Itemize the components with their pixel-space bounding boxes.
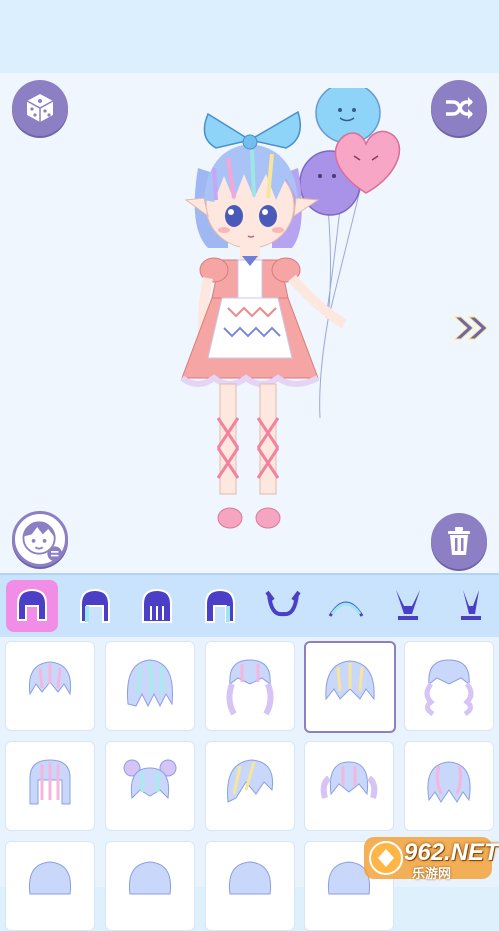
- tab-hair-front[interactable]: [6, 580, 58, 632]
- tab-hair-back[interactable]: [131, 580, 183, 632]
- hair-style-icon: [28, 861, 72, 895]
- hair-style-icon: [325, 660, 375, 701]
- double-chevron-right-icon[interactable]: [452, 313, 492, 343]
- hair-item-1[interactable]: [5, 641, 95, 731]
- shuffle-icon: [446, 97, 473, 119]
- hair-style-icon: [424, 659, 474, 717]
- tab-bunny-ears[interactable]: [382, 580, 434, 632]
- tab-hair-long[interactable]: [194, 580, 246, 632]
- hair-item-12[interactable]: [105, 841, 195, 931]
- watermark-subtext: 乐游网: [412, 866, 452, 881]
- watermark: 962.NET 乐游网: [362, 833, 499, 883]
- hair-style-icon: [128, 861, 172, 895]
- tab-bunny-ears-alt[interactable]: [445, 580, 497, 632]
- tab-headband[interactable]: [320, 580, 372, 632]
- headband-icon: [328, 601, 364, 617]
- shuffle-button[interactable]: [431, 80, 487, 136]
- random-dice-button[interactable]: [12, 80, 68, 136]
- hair-item-9[interactable]: [304, 741, 394, 831]
- hair-item-5[interactable]: [404, 641, 494, 731]
- trash-icon: [448, 527, 470, 555]
- hair-style-icon: [227, 759, 274, 803]
- hair-item-3[interactable]: [205, 641, 295, 731]
- top-bar: [0, 0, 499, 73]
- hair-style-icon: [29, 759, 71, 805]
- bunny-ears-icon: [396, 590, 420, 620]
- hair-item-7[interactable]: [105, 741, 195, 831]
- hair-style-icon: [226, 659, 274, 716]
- trash-button[interactable]: [431, 513, 487, 569]
- hair-style-icon: [126, 659, 174, 708]
- hair-style-icon: [320, 761, 378, 799]
- face-swap-icon: [22, 521, 63, 562]
- hair-item-10[interactable]: [404, 741, 494, 831]
- character-avatar: [180, 88, 401, 529]
- hair-side-icon: [80, 588, 110, 623]
- hair-style-icon: [123, 759, 177, 800]
- face-swap-button[interactable]: [12, 511, 68, 567]
- hair-long-icon: [205, 588, 235, 623]
- hair-front-icon: [17, 588, 47, 621]
- hair-item-2[interactable]: [105, 641, 195, 731]
- hair-item-4-selected[interactable]: [304, 641, 396, 733]
- hair-item-11[interactable]: [5, 841, 95, 931]
- dice-icon: [26, 94, 54, 122]
- tab-horns[interactable]: [257, 580, 309, 632]
- hair-item-6[interactable]: [5, 741, 95, 831]
- hair-style-icon: [28, 661, 72, 696]
- hair-style-icon: [427, 761, 471, 803]
- category-tab-bar: [0, 573, 499, 637]
- hair-style-icon: [228, 861, 272, 895]
- hair-item-8[interactable]: [205, 741, 295, 831]
- horns-icon: [265, 590, 301, 617]
- hair-back-icon: [142, 588, 172, 623]
- tab-hair-side[interactable]: [69, 580, 121, 632]
- hair-item-13[interactable]: [205, 841, 295, 931]
- bunny-ears-alt-icon: [461, 590, 481, 620]
